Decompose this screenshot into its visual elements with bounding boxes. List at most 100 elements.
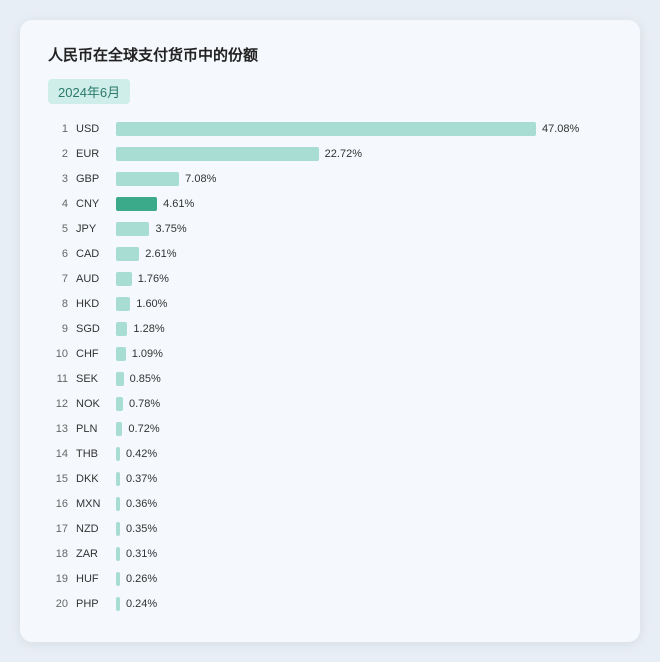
bar bbox=[116, 597, 120, 611]
bar-value-label: 0.24% bbox=[126, 598, 157, 610]
bar-container: 47.08% bbox=[116, 122, 612, 136]
bar bbox=[116, 347, 126, 361]
currency-code: USD bbox=[76, 123, 110, 135]
chart-row: 6CAD2.61% bbox=[48, 243, 612, 265]
bar-container: 22.72% bbox=[116, 147, 612, 161]
chart-row: 15DKK0.37% bbox=[48, 468, 612, 490]
rank-number: 10 bbox=[48, 348, 68, 360]
rank-number: 13 bbox=[48, 423, 68, 435]
bar-value-label: 0.78% bbox=[129, 398, 160, 410]
bar bbox=[116, 247, 139, 261]
rank-number: 5 bbox=[48, 223, 68, 235]
rank-number: 8 bbox=[48, 298, 68, 310]
bar-container: 2.61% bbox=[116, 247, 612, 261]
rank-number: 12 bbox=[48, 398, 68, 410]
currency-code: CAD bbox=[76, 248, 110, 260]
bar bbox=[116, 447, 120, 461]
bar-value-label: 0.26% bbox=[126, 573, 157, 585]
bar-value-label: 0.72% bbox=[128, 423, 159, 435]
currency-code: HKD bbox=[76, 298, 110, 310]
bar bbox=[116, 272, 132, 286]
currency-code: NZD bbox=[76, 523, 110, 535]
chart-row: 18 ZAR 0.31% bbox=[48, 543, 612, 565]
rank-number: 19 bbox=[48, 573, 68, 585]
rank-number: 14 bbox=[48, 448, 68, 460]
currency-code: EUR bbox=[76, 148, 110, 160]
bar-value-label: 7.08% bbox=[185, 173, 216, 185]
chart-card: 人民币在全球支付货币中的份额 2024年6月 1USD47.08%2EUR22.… bbox=[20, 20, 640, 642]
bar-value-label: 0.36% bbox=[126, 498, 157, 510]
currency-code: AUD bbox=[76, 273, 110, 285]
bar bbox=[116, 297, 130, 311]
bar-container: 0.31% bbox=[116, 547, 612, 561]
chart-row: 3GBP7.08% bbox=[48, 168, 612, 190]
chart-row: 1 USD 47.08% bbox=[48, 118, 612, 140]
currency-code: SGD bbox=[76, 323, 110, 335]
currency-code: GBP bbox=[76, 173, 110, 185]
chart-row: 7 AUD 1.76% bbox=[48, 268, 612, 290]
chart-row: 11SEK0.85% bbox=[48, 368, 612, 390]
bar-container: 1.76% bbox=[116, 272, 612, 286]
bar bbox=[116, 472, 120, 486]
rank-number: 16 bbox=[48, 498, 68, 510]
bar bbox=[116, 572, 120, 586]
currency-code: DKK bbox=[76, 473, 110, 485]
bar-value-label: 1.28% bbox=[133, 323, 164, 335]
chart-row: 16 MXN 0.36% bbox=[48, 493, 612, 515]
bar bbox=[116, 197, 157, 211]
rank-number: 1 bbox=[48, 123, 68, 135]
bar-container: 0.78% bbox=[116, 397, 612, 411]
bar-container: 0.24% bbox=[116, 597, 612, 611]
bar-container: 0.85% bbox=[116, 372, 612, 386]
bar-value-label: 0.85% bbox=[130, 373, 161, 385]
chart-row: 10 CHF 1.09% bbox=[48, 343, 612, 365]
bar-container: 3.75% bbox=[116, 222, 612, 236]
bar-value-label: 0.42% bbox=[126, 448, 157, 460]
bar-container: 4.61% bbox=[116, 197, 612, 211]
bar-container: 7.08% bbox=[116, 172, 612, 186]
currency-code: CHF bbox=[76, 348, 110, 360]
rank-number: 2 bbox=[48, 148, 68, 160]
bar-value-label: 3.75% bbox=[155, 223, 186, 235]
bar-value-label: 0.35% bbox=[126, 523, 157, 535]
currency-code: THB bbox=[76, 448, 110, 460]
rank-number: 4 bbox=[48, 198, 68, 210]
bar bbox=[116, 547, 120, 561]
chart-title: 人民币在全球支付货币中的份额 bbox=[48, 44, 612, 65]
currency-code: ZAR bbox=[76, 548, 110, 560]
chart-row: 9SGD1.28% bbox=[48, 318, 612, 340]
bar bbox=[116, 172, 179, 186]
bar bbox=[116, 122, 536, 136]
rank-number: 20 bbox=[48, 598, 68, 610]
rank-number: 15 bbox=[48, 473, 68, 485]
bar-container: 0.42% bbox=[116, 447, 612, 461]
bar-value-label: 22.72% bbox=[325, 148, 362, 160]
rank-number: 18 bbox=[48, 548, 68, 560]
bar-value-label: 1.09% bbox=[132, 348, 163, 360]
bar-value-label: 1.76% bbox=[138, 273, 169, 285]
bar bbox=[116, 222, 149, 236]
chart-row: 12 NOK 0.78% bbox=[48, 393, 612, 415]
chart-row: 19 HUF 0.26% bbox=[48, 568, 612, 590]
bar-container: 0.26% bbox=[116, 572, 612, 586]
rank-number: 7 bbox=[48, 273, 68, 285]
bar bbox=[116, 522, 120, 536]
currency-code: HUF bbox=[76, 573, 110, 585]
currency-code: PLN bbox=[76, 423, 110, 435]
period-label: 2024年6月 bbox=[48, 79, 130, 104]
chart-row: 14 THB 0.42% bbox=[48, 443, 612, 465]
currency-code: NOK bbox=[76, 398, 110, 410]
currency-code: CNY bbox=[76, 198, 110, 210]
rank-number: 17 bbox=[48, 523, 68, 535]
chart-row: 5 JPY 3.75% bbox=[48, 218, 612, 240]
bar-value-label: 2.61% bbox=[145, 248, 176, 260]
bar-value-label: 4.61% bbox=[163, 198, 194, 210]
currency-code: JPY bbox=[76, 223, 110, 235]
chart-row: 13 PLN 0.72% bbox=[48, 418, 612, 440]
bar bbox=[116, 147, 319, 161]
currency-code: MXN bbox=[76, 498, 110, 510]
bar bbox=[116, 497, 120, 511]
bar-value-label: 47.08% bbox=[542, 123, 579, 135]
bar-container: 1.09% bbox=[116, 347, 612, 361]
bar-value-label: 0.31% bbox=[126, 548, 157, 560]
